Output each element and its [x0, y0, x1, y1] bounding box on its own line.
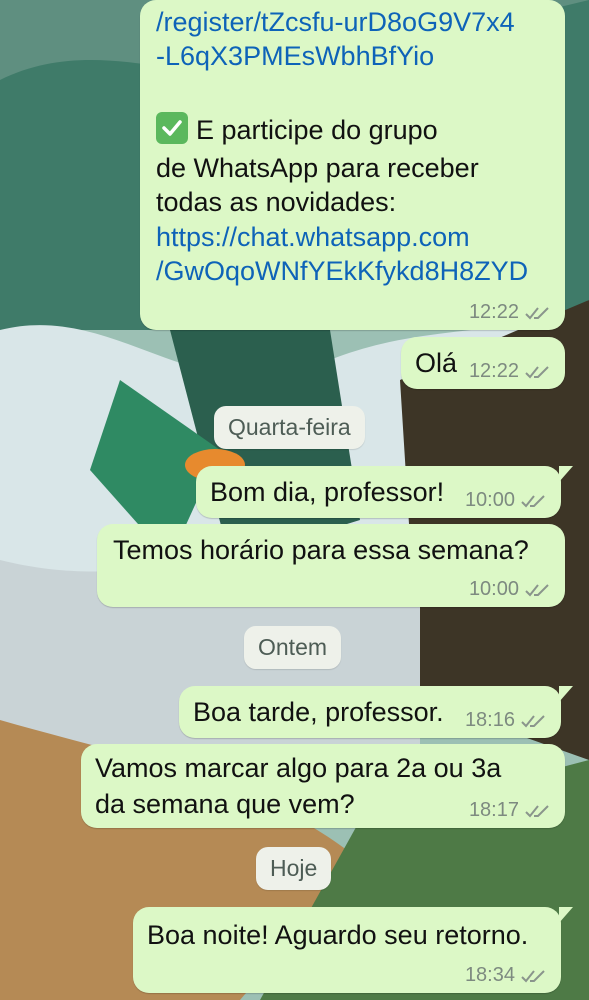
message-bubble-boa-noite[interactable]: Boa noite! Aguardo seu retorno. 18:34 — [133, 907, 573, 993]
double-check-icon — [525, 306, 549, 319]
message-text-line-2: da semana que vem? — [95, 789, 355, 819]
double-check-icon — [521, 714, 545, 727]
message-meta: 12:22 — [469, 360, 551, 383]
double-check-icon — [521, 969, 545, 982]
date-chip-hoje: Hoje — [256, 847, 332, 890]
message-time: 18:34 — [464, 964, 515, 986]
group-link-line-1[interactable]: https://chat.whatsapp.com — [156, 219, 470, 255]
message-text: Boa noite! Aguardo seu retorno. — [147, 920, 529, 950]
date-chip-ontem: Ontem — [244, 626, 342, 669]
message-meta: 18:16 — [465, 709, 547, 732]
message-time: 10:00 — [468, 578, 519, 600]
double-check-icon — [525, 804, 549, 817]
double-check-icon — [521, 494, 545, 507]
message-time: 12:22 — [468, 301, 519, 323]
message-text-line-1: Vamos marcar algo para 2a ou 3a — [95, 753, 502, 783]
message-meta: 10:00 — [465, 489, 547, 512]
message-bubble-marcar[interactable]: Vamos marcar algo para 2a ou 3a da seman… — [81, 744, 565, 828]
message-time: 18:17 — [468, 799, 519, 821]
message-meta: 18:17 — [469, 799, 551, 822]
message-bubble-invite[interactable]: /register/tZcsfu-urD8oG9V7x4 -L6qX3PMEsW… — [140, 0, 565, 330]
check-mark-emoji-icon — [156, 112, 188, 144]
group-link-line-2[interactable]: /GwOqoWNfYEkKfykd8H8ZYD — [156, 253, 528, 289]
message-text: Bom dia, professor! — [210, 477, 445, 507]
message-time: 12:22 — [468, 360, 519, 382]
message-text: Temos horário para essa semana? — [113, 535, 529, 565]
message-time: 18:16 — [464, 709, 515, 731]
message-time: 10:00 — [464, 489, 515, 511]
invite-text-line-2: de WhatsApp para receber — [156, 153, 479, 183]
double-check-icon — [525, 365, 549, 378]
message-text: Olá — [415, 348, 458, 378]
message-meta: 12:22 — [469, 301, 551, 324]
message-bubble-boa-tarde[interactable]: Boa tarde, professor. 18:16 — [179, 686, 573, 738]
invite-text-line-1: E participe do grupo — [196, 115, 438, 145]
register-link-line-2[interactable]: -L6qX3PMEsWbhBfYio — [156, 38, 434, 74]
date-chip-quarta: Quarta-feira — [214, 406, 365, 449]
message-meta: 18:34 — [465, 964, 547, 987]
invite-text-line-3: todas as novidades: — [156, 187, 397, 217]
double-check-icon — [525, 583, 549, 596]
register-link-line-1[interactable]: /register/tZcsfu-urD8oG9V7x4 — [156, 4, 515, 40]
message-bubble-ola[interactable]: Olá 12:22 — [401, 337, 565, 389]
message-bubble-bom-dia[interactable]: Bom dia, professor! 10:00 — [196, 466, 573, 518]
invite-text-line-1-row: E participe do grupo — [156, 112, 438, 148]
message-meta: 10:00 — [469, 578, 551, 601]
message-text: Boa tarde, professor. — [193, 697, 444, 727]
message-bubble-horario[interactable]: Temos horário para essa semana? 10:00 — [97, 524, 565, 607]
